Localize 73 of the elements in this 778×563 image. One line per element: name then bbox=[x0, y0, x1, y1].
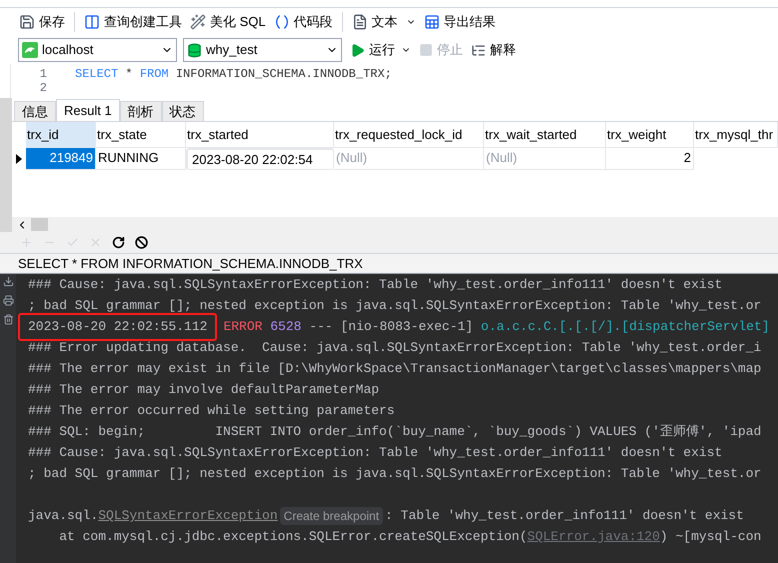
sql-keyword: FROM bbox=[140, 67, 169, 81]
status-text: SELECT * FROM INFORMATION_SCHEMA.INNODB_TRX bbox=[18, 254, 363, 273]
log-text: ### The error occurred while setting parameters bbox=[28, 402, 395, 420]
column-header[interactable]: trx_id bbox=[26, 122, 96, 148]
printer-icon[interactable] bbox=[2, 295, 14, 306]
log-text: --- [nio-8083-exec-1] bbox=[308, 318, 474, 336]
column-header[interactable]: trx_started bbox=[186, 122, 334, 148]
log-text: java.sql. bbox=[28, 507, 98, 525]
toolbar-button[interactable]: 导出结果 bbox=[422, 10, 497, 34]
column-header[interactable]: trx_wait_started bbox=[484, 122, 606, 148]
log-text: ERROR bbox=[223, 318, 262, 336]
log-text: ) ~[mysql-con bbox=[660, 528, 762, 546]
log-text: ### Cause: java.sql.SQLSyntaxErrorException: Table 'why_test.order_info111' doesn't exist bbox=[28, 444, 722, 462]
sql-text: INFORMATION_SCHEMA.INNODB_TRX; bbox=[174, 67, 392, 81]
table-export-icon bbox=[424, 14, 440, 30]
log-text: 2023-08-20 22:02:55.112 bbox=[18, 312, 218, 340]
table-cell: 2 bbox=[606, 148, 694, 170]
log-text: ### Cause: java.sql.SQLSyntaxErrorException: Table 'why_test.order_info111' doesn't exist bbox=[28, 276, 722, 294]
log-text: ### The error may involve defaultParameterMap bbox=[28, 381, 380, 399]
column-header[interactable]: trx_mysql_thr bbox=[694, 122, 778, 148]
column-header[interactable]: trx_state bbox=[96, 122, 186, 148]
column-header[interactable]: trx_requested_lock_id bbox=[334, 122, 484, 148]
log-text: ### The error may exist in file [D:\WhyWorkSpace\TransactionManager\target\classes\mappers\map bbox=[28, 360, 762, 378]
line-number: 1 bbox=[38, 67, 47, 81]
log-text: ; bad SQL grammar []; nested exception is java.sql.SQLSyntaxErrorException: Table 'why_test.or bbox=[28, 297, 762, 315]
line-number: 2 bbox=[38, 81, 47, 95]
exception-link[interactable]: SQLSyntaxErrorException bbox=[98, 505, 278, 526]
download-icon[interactable] bbox=[2, 276, 14, 287]
table-cell: 219849 bbox=[26, 148, 96, 170]
database-icon bbox=[187, 42, 202, 58]
database-dropdown[interactable]: why_test bbox=[183, 38, 342, 62]
log-text: ; bad SQL grammar []; nested exception is java.sql.SQLSyntaxErrorException: Table 'why_test.or bbox=[28, 465, 762, 483]
log-text: at com.mysql.cj.jdbc.exceptions.SQLError.createSQLException( bbox=[58, 528, 528, 546]
stop-icon bbox=[419, 43, 433, 57]
trash-icon[interactable] bbox=[2, 314, 14, 325]
play-icon bbox=[350, 42, 365, 58]
result-tab[interactable]: 状态 bbox=[162, 101, 204, 121]
refresh-icon[interactable] bbox=[112, 236, 125, 249]
stop-icon[interactable] bbox=[135, 236, 148, 249]
toolbar-button[interactable]: 美化 SQL bbox=[189, 10, 267, 34]
table-cell: 2023-08-20 22:02:54 bbox=[186, 148, 334, 170]
action-button[interactable]: 解释 bbox=[471, 38, 516, 62]
column-header[interactable]: trx_weight bbox=[606, 122, 694, 148]
scrollbar-thumb[interactable] bbox=[31, 218, 48, 231]
dolphin-icon bbox=[22, 42, 38, 58]
table-cell: (Null) bbox=[334, 148, 484, 170]
log-text: ### SQL: begin; INSERT INTO order_info(`buy_name`, `buy_goods`) VALUES ('歪师傅', 'ipad bbox=[28, 423, 762, 441]
action-button[interactable]: 运行 bbox=[350, 38, 411, 62]
toolbar-button[interactable]: 代码段 bbox=[272, 10, 334, 34]
toolbar-button[interactable]: 文本 bbox=[350, 10, 417, 34]
result-tab[interactable]: 信息 bbox=[14, 101, 56, 121]
list-icon bbox=[471, 42, 486, 58]
result-tab[interactable]: Result 1 bbox=[56, 99, 120, 122]
save-icon bbox=[19, 14, 35, 30]
breakpoint-hint[interactable]: Create breakpoint bbox=[280, 506, 384, 524]
toolbar-button[interactable]: 查询创建工具 bbox=[83, 10, 183, 34]
parentheses-icon bbox=[274, 14, 290, 30]
table-cell: (Null) bbox=[484, 148, 606, 170]
log-text: ### Error updating database. Cause: java.sql.SQLSyntaxErrorException: Table 'why_test.order_i bbox=[28, 339, 762, 357]
sql-keyword: SELECT bbox=[75, 67, 118, 81]
columns-icon bbox=[84, 14, 100, 30]
wand-icon bbox=[190, 14, 206, 30]
log-text: : Table 'why_test.order_info111' doesn't exist bbox=[385, 507, 744, 525]
database-name: why_test bbox=[206, 41, 258, 60]
table-cell: RUNNING bbox=[96, 148, 186, 170]
connection-dropdown[interactable]: localhost bbox=[18, 38, 177, 62]
log-text: o.a.c.c.C.[.[.[/].[dispatcherServlet] bbox=[480, 318, 770, 336]
toolbar-button[interactable]: 保存 bbox=[18, 10, 66, 34]
connection-name: localhost bbox=[42, 41, 94, 60]
log-text: 6528 bbox=[269, 318, 302, 336]
document-icon bbox=[352, 14, 368, 30]
result-tab[interactable]: 剖析 bbox=[120, 101, 162, 121]
sql-text: * bbox=[124, 67, 134, 81]
